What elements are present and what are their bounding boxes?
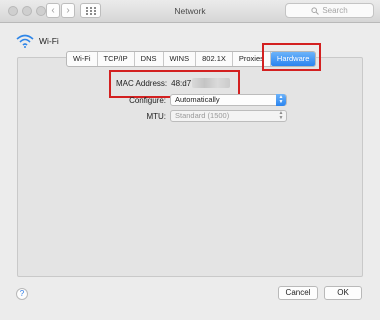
tab-8021x[interactable]: 802.1X: [196, 52, 233, 66]
mac-address-row: MAC Address: 48:d7: [116, 78, 231, 88]
search-icon: [311, 6, 320, 15]
tab-wifi[interactable]: Wi-Fi: [67, 52, 98, 66]
tab-dns[interactable]: DNS: [135, 52, 164, 66]
hardware-tab-highlight: [262, 43, 321, 71]
tab-wins[interactable]: WINS: [164, 52, 197, 66]
search-input[interactable]: Search: [285, 3, 374, 18]
configure-label: Configure:: [129, 96, 166, 105]
configure-value: Automatically: [175, 95, 220, 104]
mtu-value: Standard (1500): [175, 111, 230, 120]
wifi-icon: [16, 34, 34, 48]
updown-arrows-icon: ▲ ▼: [276, 94, 286, 106]
mtu-label: MTU:: [146, 112, 166, 121]
configure-select[interactable]: Automatically ▲ ▼: [170, 94, 287, 106]
updown-arrows-icon: ▲ ▼: [278, 110, 284, 121]
mac-address-label: MAC Address:: [116, 78, 168, 88]
cancel-button[interactable]: Cancel: [278, 286, 318, 300]
mac-address-value: 48:d7: [171, 78, 192, 88]
mtu-select[interactable]: Standard (1500) ▲ ▼: [170, 110, 287, 122]
interface-header: Wi-Fi: [16, 34, 59, 48]
tab-tcpip[interactable]: TCP/IP: [98, 52, 135, 66]
title-bar: ‹ › Network Search: [0, 0, 380, 23]
mac-address-redacted: [192, 78, 231, 88]
interface-name: Wi-Fi: [39, 36, 59, 46]
search-placeholder: Search: [322, 6, 348, 15]
ok-button[interactable]: OK: [324, 286, 362, 300]
help-button[interactable]: ?: [16, 288, 28, 300]
